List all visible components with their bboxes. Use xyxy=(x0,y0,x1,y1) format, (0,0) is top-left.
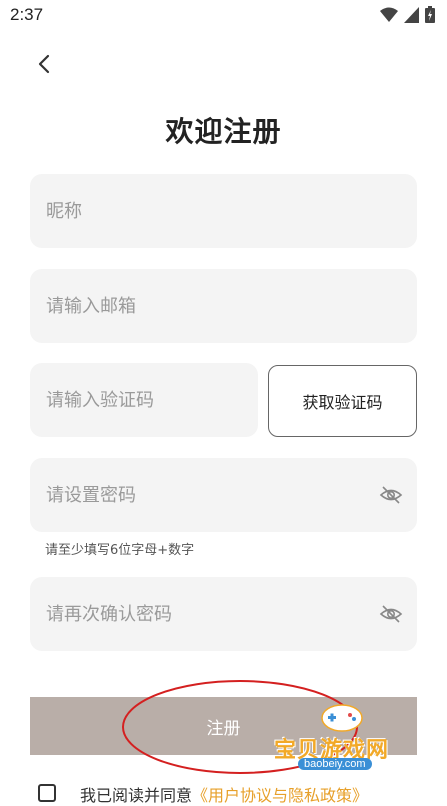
status-time: 2:37 xyxy=(10,5,44,24)
nickname-field xyxy=(30,174,417,248)
status-bar: 2:37 xyxy=(0,0,447,30)
page-title: 欢迎注册 xyxy=(165,115,282,148)
password-hint: 请至少填写6位字母+数字 xyxy=(45,543,195,558)
confirm-password-field xyxy=(30,577,417,651)
confirm-password-input[interactable] xyxy=(30,577,417,651)
back-arrow-icon xyxy=(38,54,50,74)
get-code-button[interactable]: 获取验证码 xyxy=(268,365,417,437)
verification-code-field xyxy=(30,363,258,437)
agreement-text: 我已阅读并同意《用户协议与隐私政策》 xyxy=(80,782,368,806)
wifi-icon xyxy=(380,7,398,22)
agreement-row: 我已阅读并同意《用户协议与隐私政策》 xyxy=(38,782,438,805)
battery-icon xyxy=(425,6,435,23)
agreement-link[interactable]: 《用户协议与隐私政策》 xyxy=(192,786,368,805)
eye-off-icon[interactable] xyxy=(379,602,403,626)
agreement-checkbox[interactable] xyxy=(38,784,56,802)
password-input[interactable] xyxy=(30,458,417,532)
email-input[interactable] xyxy=(30,269,417,343)
back-button[interactable] xyxy=(30,50,58,78)
nickname-input[interactable] xyxy=(30,174,417,248)
gamepad-icon xyxy=(321,704,363,732)
signal-icon xyxy=(404,6,419,23)
eye-off-icon[interactable] xyxy=(379,483,403,507)
email-field xyxy=(30,269,417,343)
verification-code-input[interactable] xyxy=(30,363,258,437)
status-icons xyxy=(380,6,435,23)
watermark-domain: baobeiy.com xyxy=(298,758,372,770)
watermark-logo: 宝贝游戏网 baobeiy.com xyxy=(262,700,422,780)
password-field xyxy=(30,458,417,532)
agreement-label: 我已阅读并同意 xyxy=(80,786,193,805)
